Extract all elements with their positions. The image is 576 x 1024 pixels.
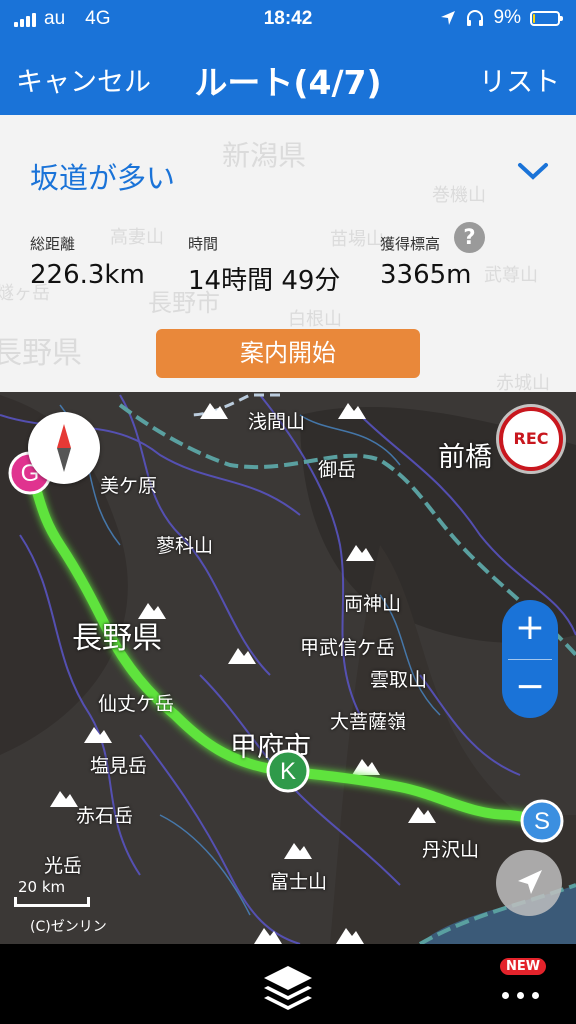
zoom-in-button[interactable]: +: [502, 600, 558, 659]
status-right: 9%: [440, 7, 563, 29]
map-label: 美ケ原: [100, 475, 158, 497]
map-label: 蓼科山: [156, 535, 214, 557]
app-screen: au 4G 18:42 9% キャンセル ルート(4/7) リスト 浅間山 前橋…: [0, 0, 576, 1024]
new-badge: NEW: [500, 958, 547, 975]
stat-label: 時間: [188, 235, 219, 253]
map-label: 仙丈ケ岳: [98, 693, 175, 715]
compass-icon: [57, 424, 71, 472]
map-copyright: (C)ゼンリン: [30, 919, 107, 935]
stat-label: 総距離: [30, 235, 76, 253]
zoom-out-button[interactable]: −: [502, 659, 558, 718]
map-label: 富士山: [270, 871, 328, 893]
scale-label: 20 km: [18, 878, 66, 896]
status-bar: au 4G 18:42 9%: [0, 0, 576, 40]
map-label: 甲武信ケ岳: [300, 637, 396, 659]
location-arrow-icon: [440, 11, 455, 25]
record-button[interactable]: REC: [499, 407, 563, 471]
map-label: 雲取山: [370, 669, 428, 691]
stat-value: 226.3km: [30, 260, 145, 290]
map-scale: 20 km: [14, 878, 90, 907]
waypoint-marker[interactable]: K: [264, 747, 312, 795]
stat-distance: 総距離 226.3km: [30, 233, 145, 290]
stat-value: 3365m: [380, 260, 472, 290]
layers-icon[interactable]: [260, 960, 316, 1012]
navigation-arrow-icon: [518, 870, 542, 894]
route-info-card: 新潟県 巻機山 高妻山 苗場山 燧ヶ岳 白根山 武尊山 赤城山 長野市 長野県 …: [0, 115, 576, 392]
map-label: 長野県: [72, 621, 162, 656]
battery-percent: 9%: [493, 7, 521, 28]
list-button[interactable]: リスト: [479, 60, 560, 99]
svg-text:K: K: [280, 758, 296, 785]
navigation-bar: キャンセル ルート(4/7) リスト: [0, 40, 576, 115]
bottom-toolbar: NEW: [0, 944, 576, 1024]
more-button[interactable]: NEW: [496, 958, 556, 1012]
start-marker[interactable]: S: [518, 797, 566, 845]
map-label: 光岳: [44, 855, 83, 877]
svg-text:赤城山: 赤城山: [496, 373, 550, 392]
cancel-button[interactable]: キャンセル: [16, 60, 151, 99]
svg-text:巻機山: 巻機山: [432, 185, 486, 206]
start-guidance-button[interactable]: 案内開始: [156, 329, 420, 378]
map-label: 赤石岳: [76, 805, 134, 827]
map-label: 両神山: [344, 593, 402, 615]
current-location-button[interactable]: [496, 850, 562, 916]
map-label: 前橋: [438, 442, 492, 473]
map-label: 塩見岳: [90, 755, 148, 777]
stat-value: 14時間 49分: [188, 266, 341, 296]
svg-text:武尊山: 武尊山: [484, 265, 538, 286]
route-title: 坂道が多い: [30, 161, 176, 195]
more-icon: [502, 992, 539, 999]
compass-button[interactable]: [28, 412, 100, 484]
map-label: 大菩薩嶺: [330, 711, 407, 733]
help-icon[interactable]: ?: [454, 222, 485, 253]
scale-bar: [14, 897, 90, 907]
chevron-down-icon[interactable]: [516, 161, 550, 181]
svg-text:長野県: 長野県: [0, 336, 82, 371]
svg-text:S: S: [534, 808, 550, 835]
stat-time: 時間 14時間 49分: [188, 233, 340, 297]
map-label: 丹沢山: [422, 839, 480, 861]
map-label: 浅間山: [248, 411, 306, 433]
battery-icon: [530, 10, 563, 26]
headphones-icon: [466, 10, 483, 26]
zoom-control: + −: [502, 600, 558, 718]
svg-text:白根山: 白根山: [288, 309, 342, 330]
map-label: 御岳: [318, 459, 357, 481]
svg-text:新潟県: 新潟県: [222, 139, 306, 172]
